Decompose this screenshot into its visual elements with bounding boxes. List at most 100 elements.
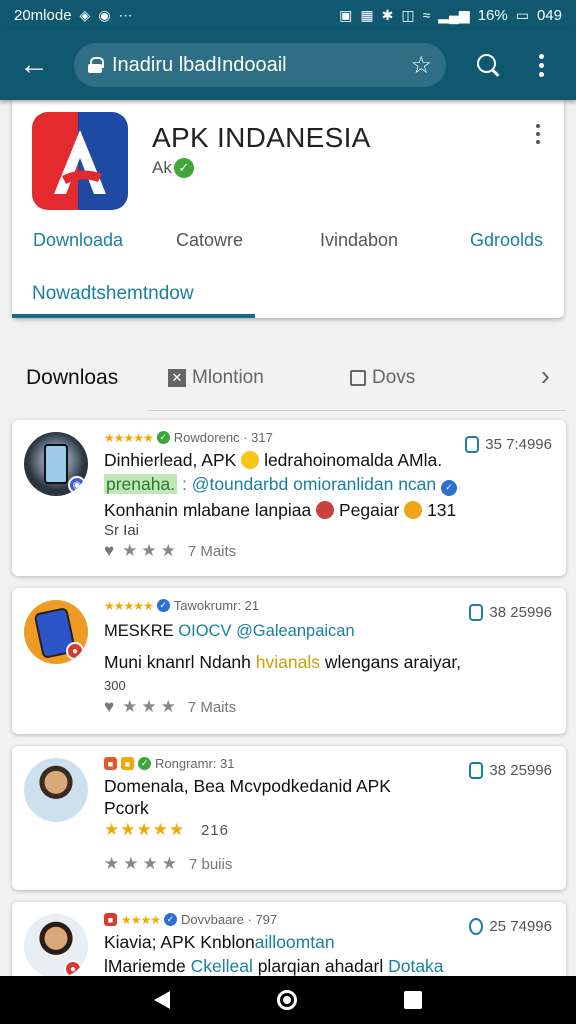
nav-home-icon[interactable] — [276, 990, 297, 1010]
checkbox-icon — [350, 370, 366, 386]
download-count-text: 38 25996 — [489, 604, 552, 621]
verified-badge-icon: ✓ — [441, 479, 458, 496]
meta-text: Tawokrumr: 21 — [173, 598, 260, 613]
rating-row: ★★★★ 7 buiis — [104, 854, 232, 874]
card-title-highlight[interactable]: ailloomtan — [255, 932, 335, 952]
phone-icon — [44, 444, 68, 484]
app-logo-icon — [32, 112, 128, 210]
card-title[interactable]: Kiavia; APK Knblonailloomtan — [104, 932, 335, 953]
download-count-text: 25 74996 — [489, 918, 552, 935]
overflow-menu-icon[interactable] — [526, 43, 556, 87]
download-count-icon — [469, 918, 484, 935]
hand-emoji-icon — [404, 501, 423, 519]
download-count: 35 7:4996 — [465, 436, 552, 453]
tag-highlight[interactable]: prenaha. — [104, 474, 178, 494]
filter-divider — [148, 410, 566, 411]
back-arrow-icon[interactable]: ← — [12, 43, 56, 87]
tab-indonesia[interactable]: Ivindabon — [320, 230, 398, 251]
filter-chip-docs-label: Dovs — [372, 367, 416, 388]
tab-downloads[interactable]: Downloada — [33, 230, 123, 251]
verified-icon: ✓ — [138, 757, 151, 770]
more-notifications-icon: ⋯ — [118, 6, 133, 23]
verified-check-icon: ✓ — [173, 158, 194, 178]
chevron-right-icon[interactable]: › — [541, 360, 550, 392]
card-desc-text-2: wlengans araiyar, — [324, 652, 462, 672]
notification-icon: ◈ — [79, 6, 91, 23]
verified-icon: ✓ — [164, 913, 178, 926]
gold-rating: ★★★★★ 216 — [104, 820, 229, 840]
tab-category[interactable]: Catowre — [176, 230, 243, 251]
nav-recents-icon[interactable] — [404, 991, 423, 1009]
battery-percent: 16% — [477, 6, 508, 24]
download-count: 38 25996 — [469, 604, 552, 621]
logo-letter-a-icon — [54, 130, 106, 194]
avatar: ◉ — [24, 432, 88, 496]
list-item[interactable]: ◉ ★★★★★ ✓ Rowdorenc · 317 35 7:4996 Dinh… — [12, 420, 566, 576]
wifi-icon: ≈ — [422, 7, 431, 23]
screenshot-icon: ▣ — [339, 6, 353, 23]
url-text[interactable]: Inadiru lbadIndooail — [112, 54, 410, 77]
system-nav-bar — [0, 976, 576, 1024]
card-desc: Muni knanrl Ndanh hvianals wlengans arai… — [104, 652, 461, 673]
app-subtitle-text: Ak — [152, 158, 172, 177]
tab-goods[interactable]: Gdroolds — [470, 230, 543, 251]
card-title-highlight[interactable]: OIOCV — [178, 622, 231, 640]
card-desc-text: lMariemde — [104, 956, 186, 976]
card-desc-text: Konhanin mlabane lanpiaa — [104, 500, 312, 520]
card-title[interactable]: Domenala, Bea Mcvpodkedanid APK — [104, 776, 391, 797]
app-badge-icon: ◉ — [68, 476, 86, 494]
filter-chip-mention[interactable]: ✕ Mlontion — [168, 367, 264, 389]
download-count: 38 25996 — [469, 762, 552, 779]
search-icon — [477, 54, 499, 76]
gray-stars-icon: ★★★★ — [104, 854, 181, 873]
bookmark-star-icon[interactable]: ☆ — [410, 51, 432, 80]
mention-text[interactable]: @Galeanpaican — [236, 622, 355, 640]
mention-text[interactable]: : @toundarbd omioranlidan ncan — [182, 474, 436, 494]
list-item[interactable]: ● ★★★★★ ✓ Tawokrumr: 21 38 25996 MESKRE … — [12, 588, 566, 734]
star-rating-icon: ★★★★★ — [104, 598, 154, 613]
section-title[interactable]: Downloas — [26, 366, 118, 390]
filter-chip-mention-label: Mlontion — [192, 367, 264, 388]
avatar: ● — [24, 600, 88, 664]
list-item[interactable]: ■ ■ ✓ Rongramr: 31 38 25996 Domenala, Be… — [12, 746, 566, 890]
card-desc: lMariemde Ckelleal plarqian ahadarl Dota… — [104, 956, 444, 976]
vibrate-icon: ◫ — [401, 6, 415, 23]
download-count: 25 74996 — [469, 918, 552, 935]
heart-icon[interactable]: ♥ — [104, 697, 114, 717]
star-rating-icon: ★★★★★ — [104, 430, 154, 445]
meta-text: Rowdorenc · 317 — [173, 430, 273, 445]
gold-stars-icon: ★★★★★ — [104, 820, 186, 839]
url-bar[interactable]: Inadiru lbadIndooail ☆ — [74, 43, 446, 87]
app-bar: ← Inadiru lbadIndooail ☆ — [0, 30, 576, 100]
app-notification-icon: ◉ — [98, 6, 111, 23]
app-header-card: APK INDANESIA Ak ✓ Downloada Catowre Ivi… — [12, 100, 564, 318]
angry-emoji-icon — [316, 501, 335, 519]
app-tag-icon: ■ — [104, 913, 117, 926]
meta-row: ■ ★★★★ ✓ Dovvbaare · 797 — [104, 912, 277, 927]
card-title[interactable]: MESKRE OIOCV @Galeanpaican — [104, 622, 355, 641]
lock-icon — [88, 57, 104, 73]
app-subtitle: Ak ✓ — [152, 158, 194, 178]
signal-icon: ▂▄▆ — [438, 6, 470, 23]
battery-icon: ▭ — [515, 6, 529, 23]
rating-row: ♥ ★★★ 7 Maits — [104, 541, 236, 561]
header-more-icon[interactable] — [530, 124, 546, 152]
nav-back-icon[interactable] — [153, 991, 170, 1009]
meta-row: ★★★★★ ✓ Tawokrumr: 21 — [104, 598, 259, 613]
search-button[interactable] — [466, 43, 510, 87]
likes-text: 7 Maits — [187, 698, 237, 716]
status-bar: 20mlode ◈ ◉ ⋯ ▣ ▦ ✱ ◫ ≈ ▂▄▆ 16% ▭ 049 — [0, 0, 576, 30]
card-desc-highlight-2[interactable]: Dotaka — [388, 956, 443, 976]
filter-chip-docs[interactable]: Dovs — [350, 367, 415, 389]
card-desc-highlight[interactable]: Ckelleal — [191, 956, 253, 976]
card-desc-text: Muni knanrl Ndanh — [104, 652, 251, 672]
close-box-icon: ✕ — [168, 369, 186, 387]
card-extra: 300 — [104, 678, 126, 693]
heart-icon[interactable]: ♥ — [104, 541, 114, 561]
download-count-icon — [469, 604, 484, 621]
likes-text: 7 Maits — [187, 542, 237, 560]
card-title[interactable]: Dinhierlead, APK ledrahoinomalda AMla. — [104, 450, 442, 471]
card-extra: Sr Iai — [104, 522, 140, 539]
now-label[interactable]: Nowadtshemtndow — [32, 283, 194, 305]
list-item[interactable]: ● ■ ★★★★ ✓ Dovvbaare · 797 25 74996 Kiav… — [12, 902, 566, 976]
